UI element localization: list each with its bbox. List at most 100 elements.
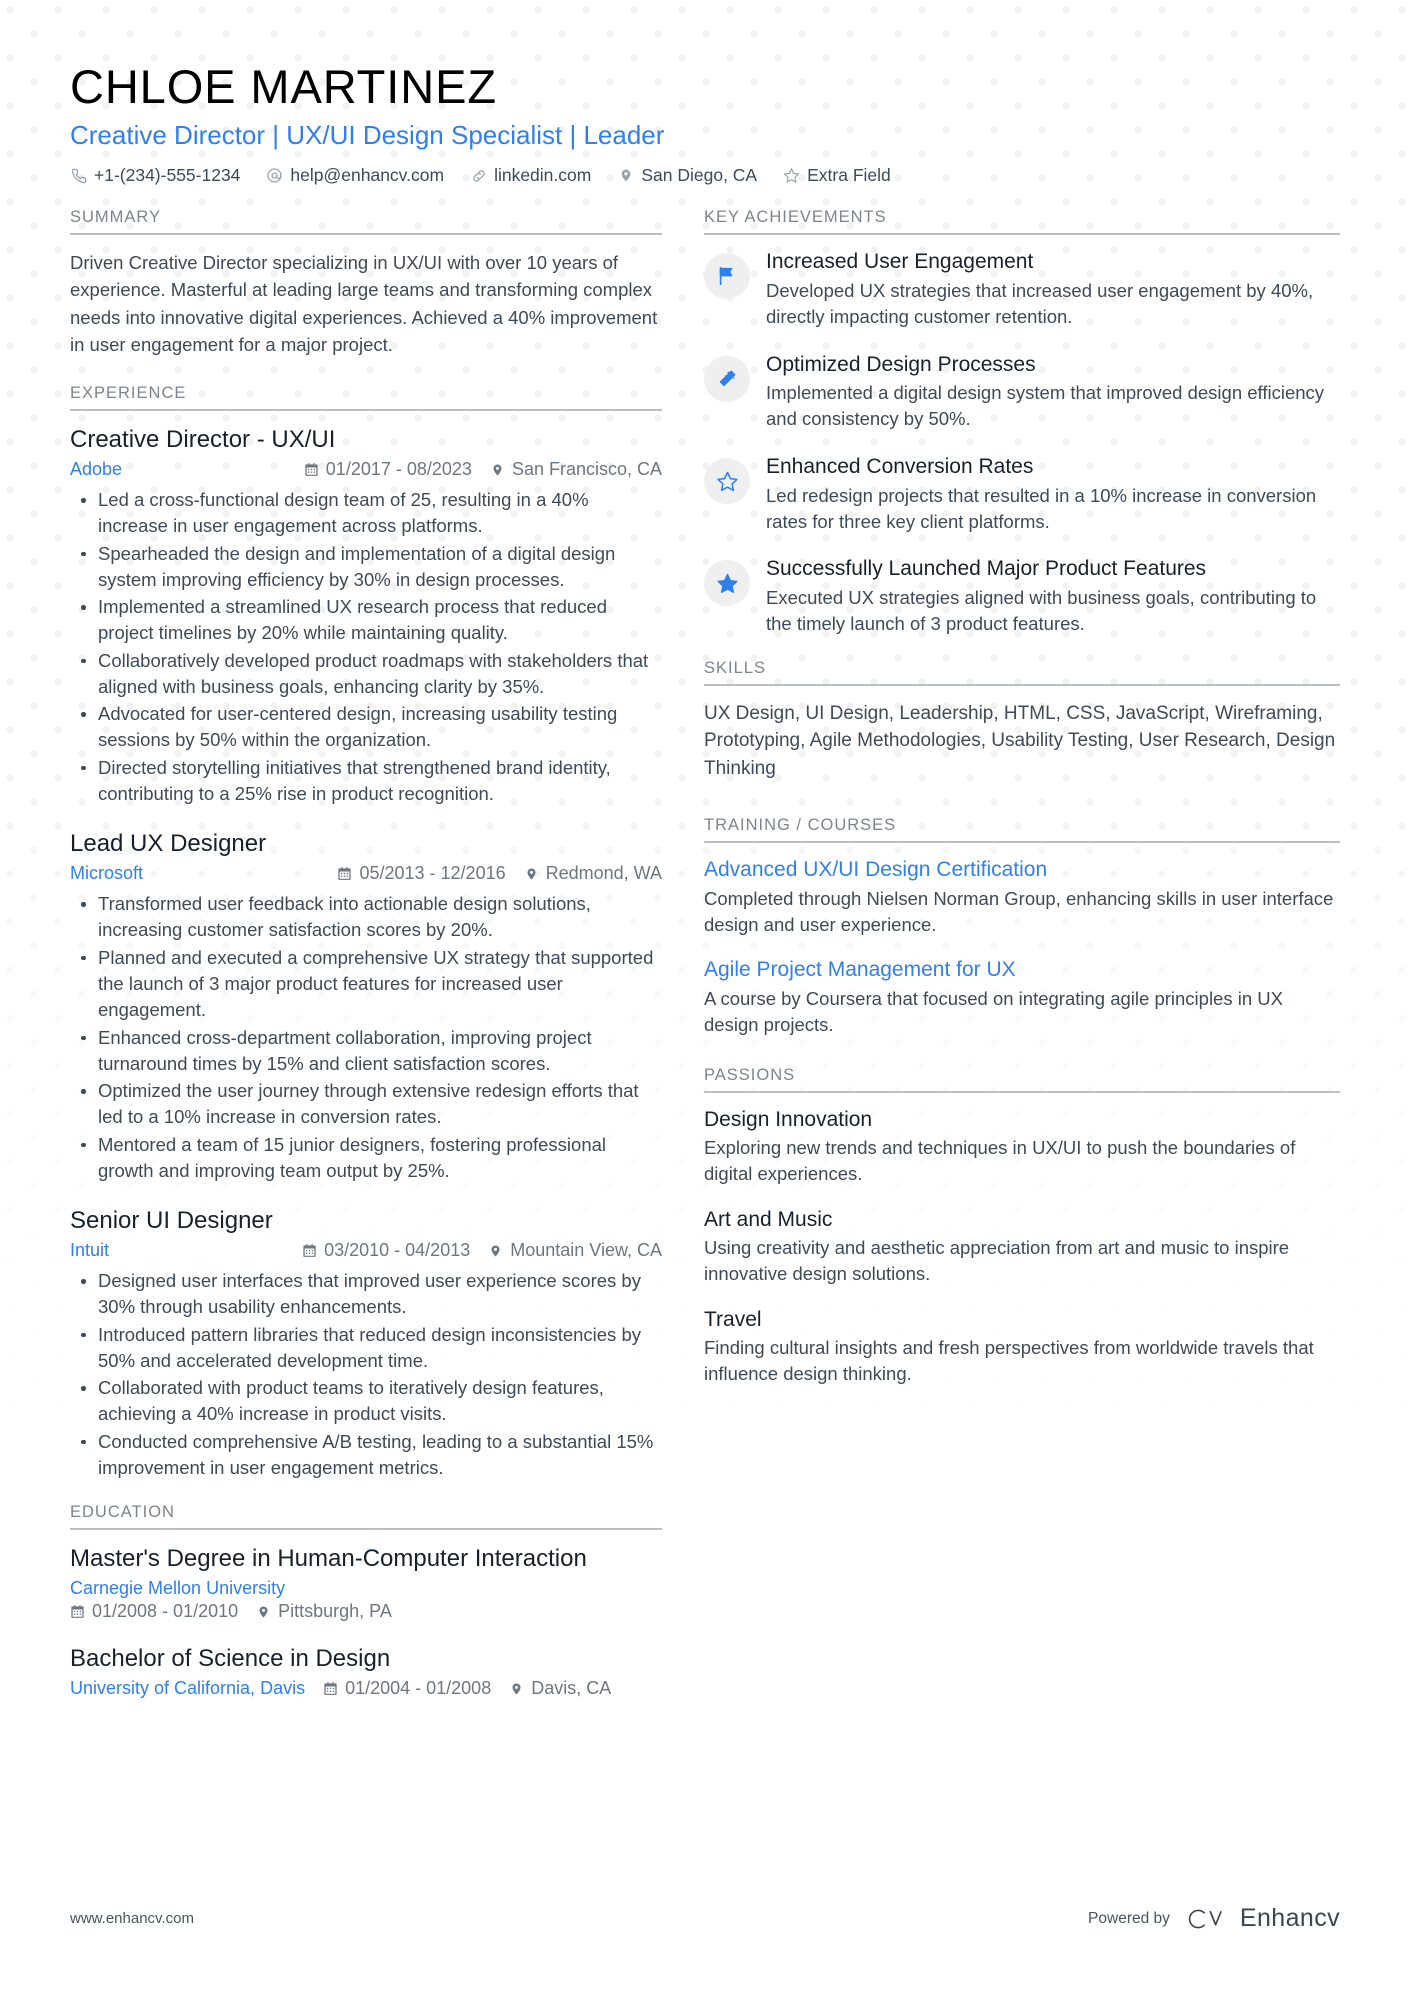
link-icon [470, 167, 487, 184]
achievement-badge [704, 458, 750, 505]
education-school[interactable]: Carnegie Mellon University [70, 1578, 285, 1598]
bullet-item: Mentored a team of 15 junior designers, … [81, 1132, 662, 1185]
resume-columns: SUMMARY Driven Creative Director special… [70, 208, 1340, 1706]
passion-desc: Using creativity and aesthetic appreciat… [704, 1236, 1290, 1284]
achievement-badge [704, 560, 750, 607]
experience-entry: Lead UX Designer Microsoft 05/2013 - 12/… [70, 829, 662, 1184]
achievement-title: Enhanced Conversion Rates [766, 455, 1034, 479]
bullet-item: Introduced pattern libraries that reduce… [81, 1322, 662, 1375]
experience-bullets: Designed user interfaces that improved u… [70, 1268, 662, 1481]
contact-extra-field-value: Extra Field [807, 165, 891, 186]
training-name[interactable]: Agile Project Management for UX [704, 957, 1340, 983]
experience-dates-value: 05/2013 - 12/2016 [359, 863, 506, 884]
experience-entry: Senior UI Designer Intuit 03/2010 - 04/2… [70, 1206, 662, 1481]
experience-location-value: Redmond, WA [545, 863, 662, 884]
education-dates-value: 01/2004 - 01/2008 [345, 1678, 492, 1699]
experience-meta: Adobe 01/2017 - 08/2023 San Francisco, C… [70, 459, 662, 480]
footer-branding: Powered by Enhancv [1088, 1904, 1340, 1933]
star-outline-icon [716, 470, 739, 493]
powered-by-label: Powered by [1088, 1909, 1170, 1927]
experience-location: Redmond, WA [524, 863, 662, 884]
location-icon [256, 1604, 271, 1620]
bullet-item: Designed user interfaces that improved u… [81, 1268, 662, 1321]
bullet-item: Led a cross-functional design team of 25… [81, 487, 662, 540]
achievement-body: Successfully Launched Major Product Feat… [766, 556, 1340, 636]
experience-company[interactable]: Adobe [70, 459, 122, 480]
passion-name: Art and Music [704, 1207, 833, 1231]
achievement-title: Increased User Engagement [766, 250, 1034, 274]
experience-bullets: Led a cross-functional design team of 25… [70, 487, 662, 807]
section-training: TRAINING / COURSES Advanced UX/UI Design… [704, 816, 1340, 1037]
experience-role: Lead UX Designer [70, 830, 267, 858]
contact-phone[interactable]: +1-(234)-555-1234 [70, 165, 240, 186]
education-meta: University of California, Davis 01/2004 … [70, 1678, 662, 1699]
location-icon [490, 462, 505, 478]
right-column: KEY ACHIEVEMENTS Increased User Engageme… [704, 208, 1340, 1390]
contact-location-value: San Diego, CA [641, 165, 758, 186]
education-entry: Bachelor of Science in Design University… [70, 1644, 662, 1699]
section-summary: SUMMARY Driven Creative Director special… [70, 208, 662, 358]
achievement-item: Optimized Design Processes Implemented a… [704, 352, 1340, 432]
calendar-icon [337, 866, 352, 882]
experience-company[interactable]: Microsoft [70, 863, 143, 884]
passion-item: Art and Music Using creativity and aesth… [704, 1207, 1340, 1287]
experience-location: San Francisco, CA [490, 459, 662, 480]
bullet-item: Enhanced cross-department collaboration,… [81, 1025, 662, 1078]
achievement-badge [704, 253, 750, 300]
achievement-body: Enhanced Conversion Rates Led redesign p… [766, 454, 1340, 534]
candidate-name: CHLOE MARTINEZ [70, 60, 497, 113]
section-divider [704, 1090, 1340, 1093]
skills-list: UX Design, UI Design, Leadership, HTML, … [704, 702, 1336, 779]
experience-location: Mountain View, CA [488, 1240, 662, 1261]
footer-website-url[interactable]: www.enhancv.com [70, 1910, 194, 1927]
education-entry: Master's Degree in Human-Computer Intera… [70, 1544, 662, 1622]
section-education: EDUCATION Master's Degree in Human-Compu… [70, 1503, 662, 1699]
achievement-desc: Executed UX strategies aligned with busi… [766, 587, 1317, 634]
enhancv-brand-name: Enhancv [1239, 1904, 1340, 1932]
star-filled-icon [716, 572, 739, 595]
candidate-headline: Creative Director | UX/UI Design Special… [70, 119, 665, 150]
passion-desc: Finding cultural insights and fresh pers… [704, 1336, 1314, 1384]
achievement-item: Enhanced Conversion Rates Led redesign p… [704, 454, 1340, 534]
experience-dates-value: 01/2017 - 08/2023 [325, 459, 472, 479]
enhancv-logo-icon [1186, 1905, 1230, 1933]
contact-linkedin-value: linkedin.com [494, 165, 592, 186]
contact-extra-field: Extra Field [783, 165, 891, 186]
section-title-passions: PASSIONS [704, 1065, 796, 1084]
location-icon [617, 167, 634, 184]
resume-footer: www.enhancv.com Powered by Enhancv [70, 1904, 1340, 1933]
experience-dates-value: 03/2010 - 04/2013 [324, 1240, 471, 1261]
education-location-value: Pittsburgh, PA [278, 1601, 392, 1622]
training-name[interactable]: Advanced UX/UI Design Certification [704, 857, 1340, 883]
section-divider [70, 409, 662, 411]
section-title-training: TRAINING / COURSES [704, 816, 897, 835]
section-experience: EXPERIENCE Creative Director - UX/UI Ado… [70, 384, 662, 1481]
achievement-desc: Implemented a digital design system that… [766, 382, 1325, 430]
bullet-item: Spearheaded the design and implementatio… [81, 541, 662, 594]
flag-icon [716, 265, 738, 287]
contact-linkedin[interactable]: linkedin.com [470, 165, 591, 186]
experience-role: Creative Director - UX/UI [70, 426, 336, 453]
section-title-key-achievements: KEY ACHIEVEMENTS [704, 208, 887, 227]
bullet-item: Collaboratively developed product roadma… [81, 648, 662, 701]
passion-item: Design Innovation Exploring new trends a… [704, 1107, 1340, 1187]
summary-text: Driven Creative Director specializing in… [70, 252, 658, 355]
email-icon [266, 167, 283, 184]
section-divider [704, 683, 1340, 686]
achievement-body: Optimized Design Processes Implemented a… [766, 352, 1340, 432]
experience-dates: 05/2013 - 12/2016 [337, 863, 506, 884]
experience-bullets: Transformed user feedback into actionabl… [70, 891, 662, 1184]
contact-email-value: help@enhancv.com [290, 165, 445, 186]
bullet-item: Implemented a streamlined UX research pr… [81, 594, 662, 647]
passion-item: Travel Finding cultural insights and fre… [704, 1307, 1340, 1387]
bullet-item: Advocated for user-centered design, incr… [81, 701, 662, 754]
achievement-desc: Developed UX strategies that increased u… [766, 279, 1314, 327]
location-icon [524, 866, 539, 882]
education-school[interactable]: University of California, Davis [70, 1678, 305, 1699]
achievement-desc: Led redesign projects that resulted in a… [766, 484, 1317, 532]
education-dates-value: 01/2008 - 01/2010 [92, 1601, 239, 1622]
passion-name: Design Innovation [704, 1107, 873, 1131]
training-desc: A course by Coursera that focused on int… [704, 987, 1283, 1035]
contact-email[interactable]: help@enhancv.com [266, 165, 444, 186]
experience-company[interactable]: Intuit [70, 1240, 109, 1261]
